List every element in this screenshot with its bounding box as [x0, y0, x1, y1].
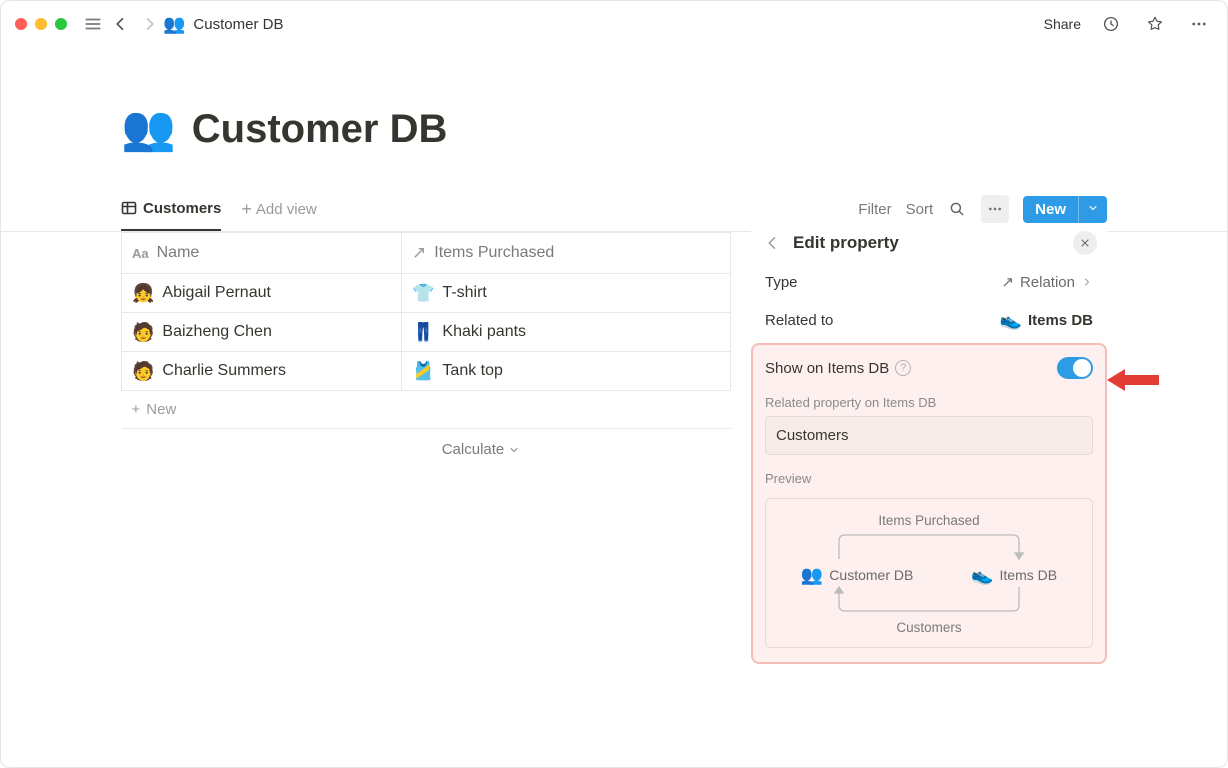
show-on-toggle[interactable]	[1057, 357, 1093, 379]
minimize-window-icon[interactable]	[35, 18, 47, 30]
avatar-icon: 👧	[132, 284, 154, 302]
preview-bottom-label: Customers	[772, 620, 1086, 635]
page-title-text[interactable]: Customer DB	[192, 109, 448, 149]
chevron-down-icon	[508, 444, 520, 456]
sort-button[interactable]: Sort	[906, 201, 934, 218]
tab-label: Customers	[143, 200, 221, 217]
page-icon[interactable]: 👥	[121, 107, 176, 151]
fullscreen-window-icon[interactable]	[55, 18, 67, 30]
tab-customers[interactable]: Customers	[121, 187, 221, 231]
table-row[interactable]: 🧑Charlie Summers 🎽Tank top	[122, 352, 731, 391]
page-title: 👥 Customer DB	[121, 107, 1107, 151]
database-icon: 👟	[1000, 311, 1022, 329]
property-type-row[interactable]: Type ↗ Relation	[751, 263, 1107, 301]
favorite-icon[interactable]	[1141, 10, 1169, 38]
table-view-icon	[121, 200, 137, 216]
search-icon[interactable]	[947, 200, 967, 218]
edit-property-panel: Edit property Type ↗ Relation Related to…	[751, 223, 1107, 664]
filter-button[interactable]: Filter	[858, 201, 891, 218]
item-icon: 👖	[412, 323, 434, 341]
show-on-label: Show on Items DB	[765, 360, 889, 377]
view-actions: Filter Sort New	[858, 195, 1107, 223]
calculate-button[interactable]: Calculate	[121, 429, 721, 458]
panel-back-button[interactable]	[761, 231, 785, 255]
preview-heading: Preview	[765, 471, 1093, 486]
database-table: Aa Name ↗ Items Purchased	[121, 232, 731, 429]
relation-preview: Items Purchased 👥Customer DB 👟Items DB C…	[765, 498, 1093, 648]
view-more-button[interactable]	[981, 195, 1009, 223]
item-icon: 👕	[412, 284, 434, 302]
flow-arrow-bottom	[819, 585, 1039, 615]
breadcrumb[interactable]: 👥 Customer DB	[163, 15, 283, 33]
chevron-right-icon	[1081, 276, 1093, 288]
menu-icon[interactable]	[79, 10, 107, 38]
nav-forward-button[interactable]	[135, 10, 163, 38]
topbar: 👥 Customer DB Share	[1, 1, 1227, 47]
related-property-heading: Related property on Items DB	[765, 395, 1093, 410]
new-button[interactable]: New	[1023, 196, 1107, 223]
show-on-highlight-box: Show on Items DB ? Related property on I…	[751, 343, 1107, 664]
table-row[interactable]: 👧Abigail Pernaut 👕T-shirt	[122, 274, 731, 313]
close-window-icon[interactable]	[15, 18, 27, 30]
panel-close-button[interactable]	[1073, 231, 1097, 255]
breadcrumb-icon: 👥	[163, 15, 185, 33]
add-view-button[interactable]: + Add view	[241, 200, 316, 218]
flow-arrow-top	[819, 531, 1039, 561]
related-property-input[interactable]: Customers	[765, 416, 1093, 455]
avatar-icon: 🧑	[132, 323, 154, 341]
preview-right-node: 👟Items DB	[971, 566, 1057, 584]
share-button[interactable]: Share	[1044, 16, 1081, 32]
new-row-button[interactable]: +New	[122, 391, 731, 429]
more-icon[interactable]	[1185, 10, 1213, 38]
table-row[interactable]: 🧑Baizheng Chen 👖Khaki pants	[122, 313, 731, 352]
help-icon[interactable]: ?	[895, 360, 911, 376]
preview-left-node: 👥Customer DB	[801, 566, 913, 584]
chevron-down-icon[interactable]	[1078, 196, 1107, 223]
item-icon: 🎽	[412, 362, 434, 380]
column-header-items-purchased[interactable]: ↗ Items Purchased	[402, 233, 731, 274]
breadcrumb-title: Customer DB	[193, 16, 283, 33]
history-icon[interactable]	[1097, 10, 1125, 38]
relation-prop-icon: ↗	[412, 243, 426, 263]
column-header-name[interactable]: Aa Name	[122, 233, 402, 274]
related-to-row[interactable]: Related to 👟 Items DB	[751, 301, 1107, 339]
avatar-icon: 🧑	[132, 362, 154, 380]
nav-back-button[interactable]	[107, 10, 135, 38]
callout-arrow-icon	[1107, 367, 1159, 393]
preview-top-label: Items Purchased	[772, 513, 1086, 528]
app-window: { "breadcrumb": { "icon": "👥", "title": …	[0, 0, 1228, 768]
relation-prop-icon: ↗	[1001, 273, 1014, 291]
panel-title: Edit property	[793, 233, 899, 253]
window-controls	[15, 18, 67, 30]
text-prop-icon: Aa	[132, 246, 149, 261]
